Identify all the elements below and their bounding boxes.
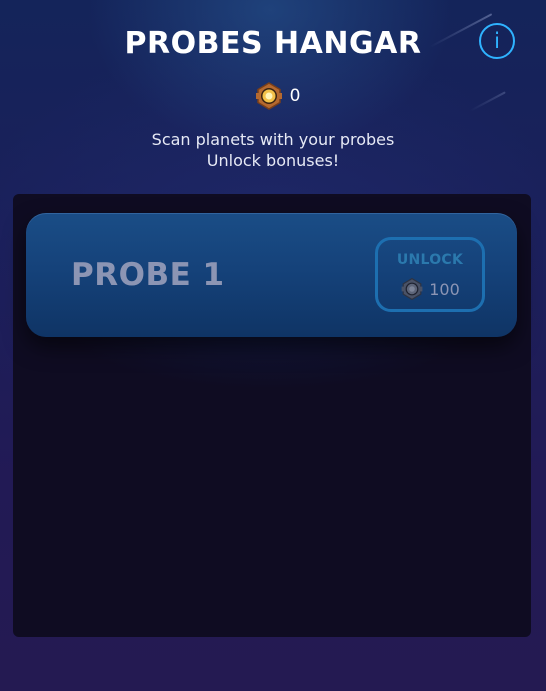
currency-display: 0 xyxy=(0,81,546,111)
currency-count: 0 xyxy=(289,86,301,106)
probe-name: PROBE 1 xyxy=(71,257,225,293)
subtitle-line-1: Scan planets with your probes xyxy=(151,130,395,149)
subtitle-line-2: Unlock bonuses! xyxy=(206,151,340,170)
unlock-button[interactable]: UNLOCK 100 xyxy=(375,237,485,312)
unlock-label: UNLOCK xyxy=(396,252,464,268)
probe-chip-locked-icon xyxy=(401,277,423,301)
unlock-cost-value: 100 xyxy=(429,279,460,299)
page-title: PROBES HANGAR xyxy=(124,26,422,61)
probe-card: PROBE 1 UNLOCK 100 xyxy=(26,213,517,337)
info-button[interactable]: i xyxy=(479,23,515,59)
subtitle: Scan planets with your probes Unlock bon… xyxy=(0,129,546,171)
unlock-cost: 100 xyxy=(378,277,482,301)
info-icon: i xyxy=(494,29,500,53)
probe-chip-icon xyxy=(255,82,282,110)
